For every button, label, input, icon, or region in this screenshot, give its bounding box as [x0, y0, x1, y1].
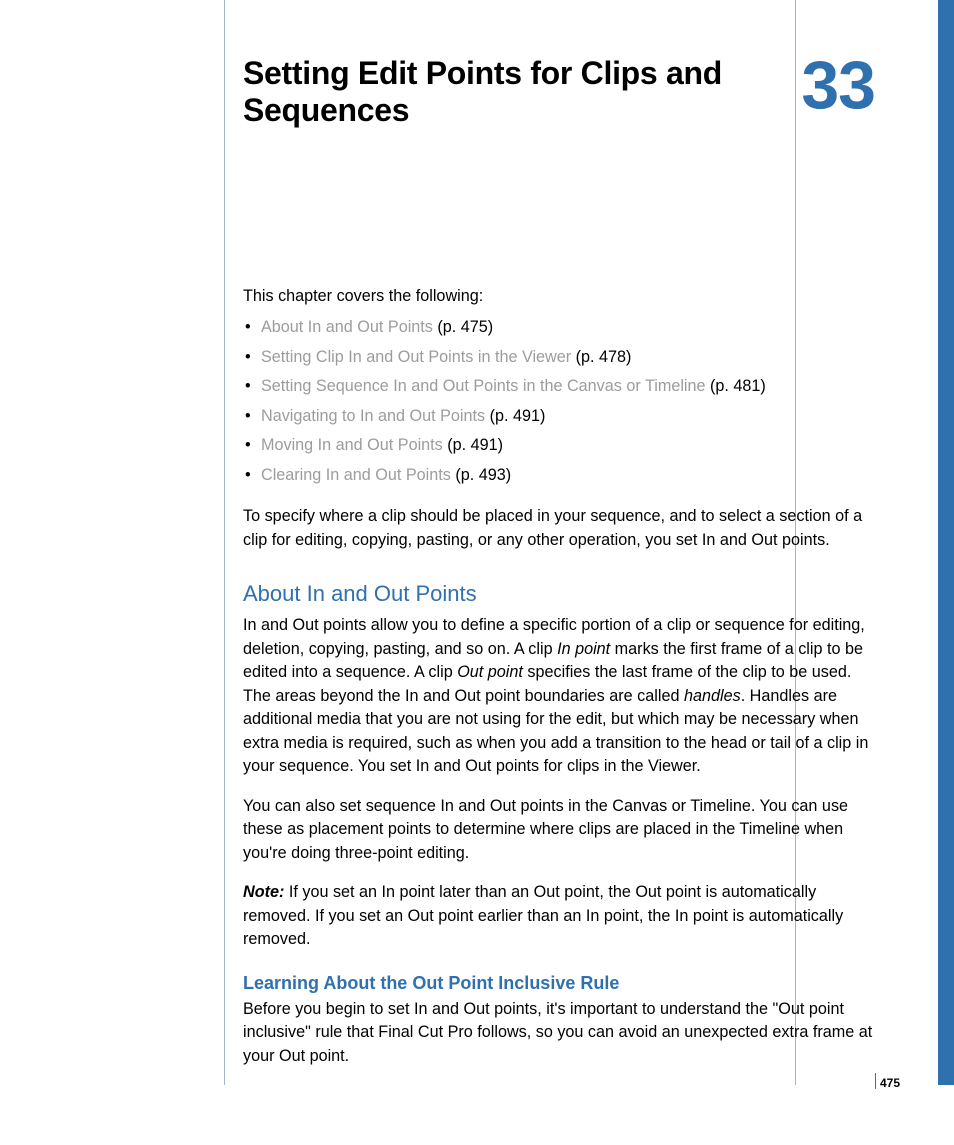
- toc-page: (p. 475): [437, 318, 493, 336]
- note-label: Note:: [243, 883, 289, 901]
- body-paragraph: Before you begin to set In and Out point…: [243, 998, 875, 1068]
- toc-item: Setting Clip In and Out Points in the Vi…: [243, 346, 875, 369]
- page-number: 475: [880, 1076, 900, 1090]
- chapter-number: 33: [801, 55, 875, 116]
- note-text: If you set an In point later than an Out…: [243, 883, 843, 948]
- toc-page: (p. 478): [576, 348, 632, 366]
- toc-link[interactable]: About In and Out Points: [261, 318, 433, 336]
- toc-link[interactable]: Navigating to In and Out Points: [261, 407, 485, 425]
- margin-rule-inner: [224, 0, 225, 1085]
- content-area: This chapter covers the following: About…: [243, 285, 875, 1084]
- toc-link[interactable]: Setting Sequence In and Out Points in th…: [261, 377, 706, 395]
- term-in-point: In point: [557, 640, 610, 658]
- chapter-title: Setting Edit Points for Clips and Sequen…: [243, 55, 723, 129]
- toc-page: (p. 491): [490, 407, 546, 425]
- toc-item: Moving In and Out Points (p. 491): [243, 434, 875, 457]
- toc-link[interactable]: Moving In and Out Points: [261, 436, 443, 454]
- toc-item: Clearing In and Out Points (p. 493): [243, 464, 875, 487]
- page-number-rule: [875, 1073, 876, 1089]
- toc-link[interactable]: Setting Clip In and Out Points in the Vi…: [261, 348, 571, 366]
- intro-line: This chapter covers the following:: [243, 285, 875, 308]
- subsection-heading: Learning About the Out Point Inclusive R…: [243, 970, 875, 996]
- body-paragraph: You can also set sequence In and Out poi…: [243, 795, 875, 865]
- section-heading: About In and Out Points: [243, 578, 875, 610]
- toc-link[interactable]: Clearing In and Out Points: [261, 466, 451, 484]
- lead-paragraph: To specify where a clip should be placed…: [243, 505, 875, 552]
- chapter-header: Setting Edit Points for Clips and Sequen…: [243, 55, 875, 129]
- toc-page: (p. 493): [455, 466, 511, 484]
- toc-item: About In and Out Points (p. 475): [243, 316, 875, 339]
- toc-item: Navigating to In and Out Points (p. 491): [243, 405, 875, 428]
- side-accent-bar: [938, 0, 954, 1085]
- toc-list: About In and Out Points (p. 475) Setting…: [243, 316, 875, 487]
- toc-item: Setting Sequence In and Out Points in th…: [243, 375, 875, 398]
- document-page: Setting Edit Points for Clips and Sequen…: [0, 0, 954, 1145]
- body-paragraph: In and Out points allow you to define a …: [243, 614, 875, 778]
- term-out-point: Out point: [457, 663, 523, 681]
- term-handles: handles: [684, 687, 741, 705]
- note-paragraph: Note: If you set an In point later than …: [243, 881, 875, 951]
- toc-page: (p. 491): [447, 436, 503, 454]
- toc-page: (p. 481): [710, 377, 766, 395]
